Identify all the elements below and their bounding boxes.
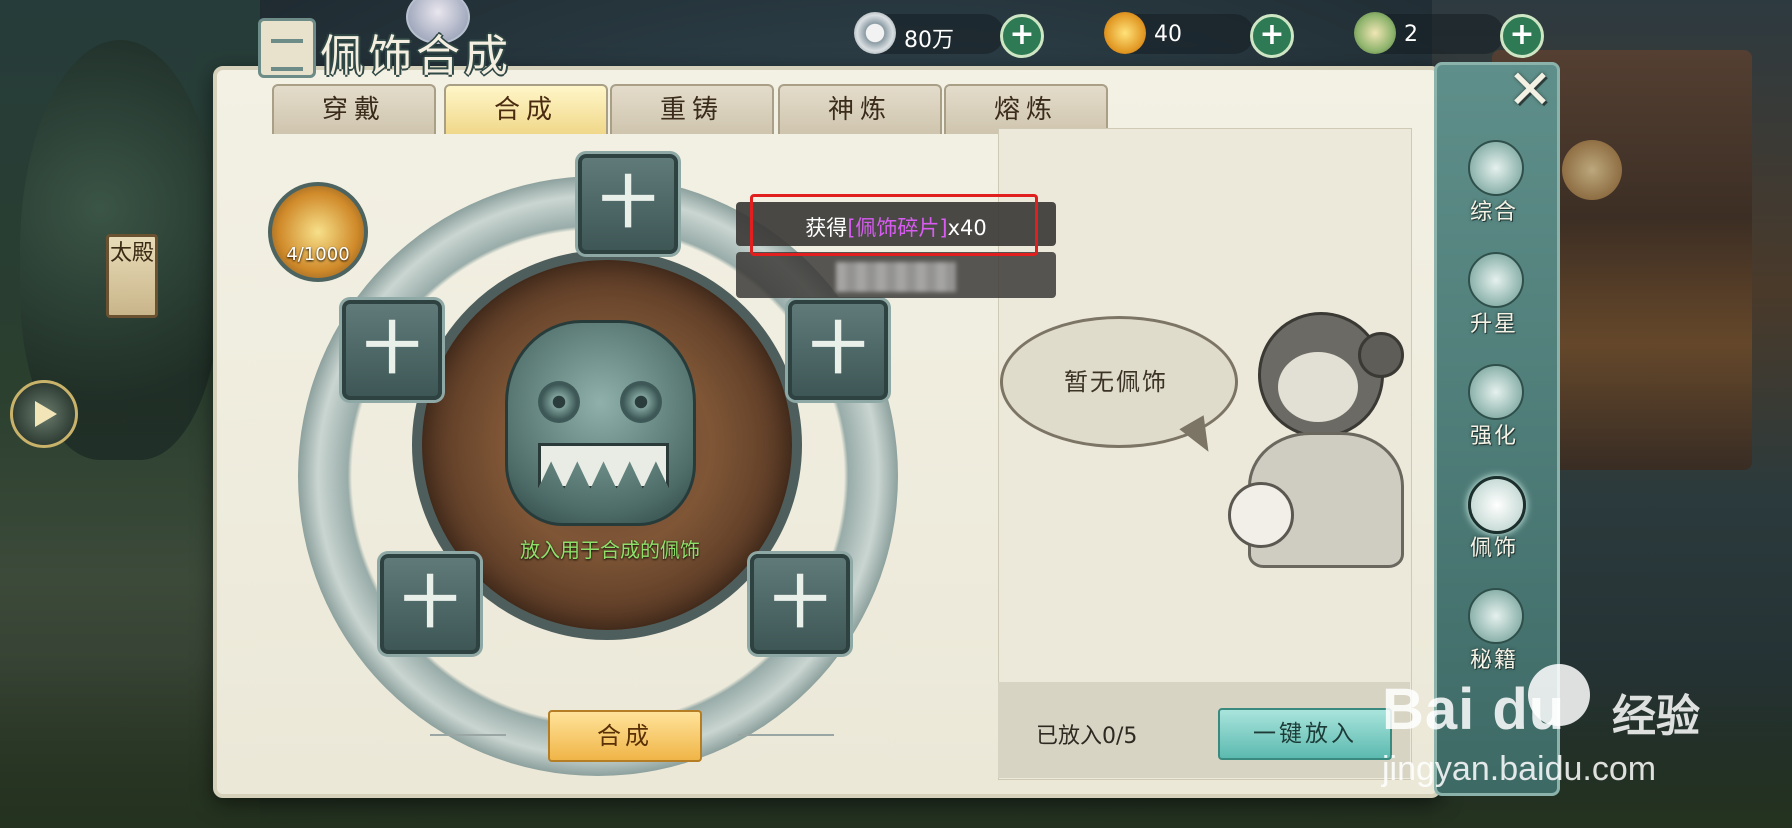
plus-icon: 十 [772,571,828,636]
mask-teeth [538,443,669,489]
placed-count: 已放入0/5 [1036,724,1138,749]
plus-icon: 十 [364,317,420,382]
accessory-icon [258,18,316,78]
divider-left [430,734,506,736]
add-jade-button[interactable]: + [1500,14,1544,58]
add-silver-button[interactable]: + [1000,14,1044,58]
synthesis-hint: 放入用于合成的佩饰 [520,538,700,562]
resource-gold-value: 40 [1154,22,1182,47]
taidian-badge[interactable]: 太殿 [106,234,158,318]
nav-label-secret-manual: 秘籍 [1469,648,1518,673]
mask-right-eye [620,381,662,423]
highlight-box [750,194,1038,256]
tab-wear[interactable]: 穿戴 [272,84,436,134]
beast-mask-icon [505,320,696,526]
tab-recast[interactable]: 重铸 [610,84,774,134]
play-icon[interactable] [10,380,78,448]
one-key-place-button[interactable]: 一键放入 [1218,708,1392,760]
nav-general[interactable]: 综合 [1444,136,1544,236]
tab-smelt[interactable]: 熔炼 [944,84,1108,134]
cat-icon [1228,482,1294,548]
nav-label-general: 综合 [1469,200,1518,225]
nav-enhance[interactable]: 强化 [1444,360,1544,460]
page-title: 佩饰合成 [320,31,512,82]
nav-secret-manual[interactable]: 秘籍 [1444,584,1544,684]
silver-coin-icon [854,12,896,54]
nav-accessory[interactable]: 佩饰 [1444,472,1544,572]
plus-icon: 十 [600,171,656,236]
fragment-icon[interactable] [268,182,368,282]
resource-jade-value: 2 [1404,22,1418,47]
background-lantern [1562,140,1622,200]
slot-top[interactable]: 十 [578,154,678,254]
compose-button[interactable]: 合成 [548,710,702,762]
character-bun [1358,332,1404,378]
resource-silver-value: 80万 [904,28,954,53]
page-title-area: 佩饰合成 [250,0,580,82]
slot-right[interactable]: 十 [788,300,888,400]
add-gold-button[interactable]: + [1250,14,1294,58]
anvil-icon [1468,364,1524,420]
slot-bottom-right[interactable]: 十 [750,554,850,654]
plus-icon: 十 [810,317,866,382]
watermark-url: jingyan.baidu.com [1382,750,1657,788]
jade-token-icon [1354,12,1396,54]
close-button[interactable]: ✕ [1500,60,1560,120]
slot-bottom-left[interactable]: 十 [380,554,480,654]
tab-compose[interactable]: 合成 [444,84,608,134]
empty-accessory-text: 暂无佩饰 [1064,368,1168,396]
stars-icon [1468,252,1524,308]
nav-label-enhance: 强化 [1469,424,1518,449]
paw-icon [1528,664,1590,726]
resource-jade: 2 + [1354,12,1544,58]
fragment-count: 4/1000 [286,244,350,265]
character-face [1278,352,1358,422]
baidu-watermark: Bai du 经验 jingyan.baidu.com [1382,664,1792,796]
resource-silver: 80万 + [854,12,1044,58]
nav-label-star-up: 升星 [1469,312,1518,337]
plus-icon: 十 [402,571,458,636]
resource-gold: 40 + [1104,12,1294,58]
accessory-nav-icon [1468,476,1526,534]
tab-divine-refine[interactable]: 神炼 [778,84,942,134]
gold-ingot-icon [1104,12,1146,54]
nav-label-accessory: 佩饰 [1469,536,1518,561]
divider-right [738,734,834,736]
nav-star-up[interactable]: 升星 [1444,248,1544,348]
mask-left-eye [538,381,580,423]
guide-character [1228,312,1408,572]
swirl-icon [1468,140,1524,196]
blurred-text [836,262,956,292]
watermark-brand: 经验 [1612,691,1700,742]
slot-left[interactable]: 十 [342,300,442,400]
book-icon [1468,588,1524,644]
